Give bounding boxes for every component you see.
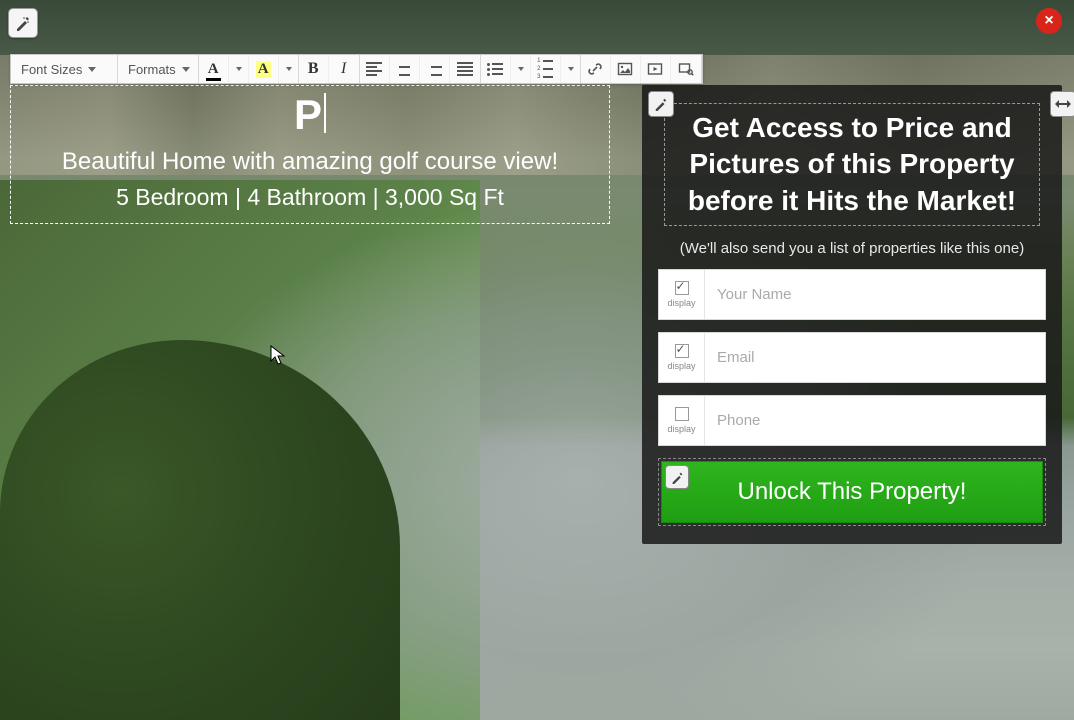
align-right-button[interactable] — [420, 55, 450, 83]
align-left-icon — [366, 62, 382, 76]
checkbox-checked-icon — [675, 344, 689, 358]
display-label: display — [667, 361, 695, 371]
close-icon: × — [1044, 12, 1053, 30]
bold-button[interactable]: B — [299, 55, 329, 83]
display-toggle-email[interactable]: display — [659, 333, 705, 382]
close-button[interactable]: × — [1036, 8, 1062, 34]
bold-icon: B — [308, 60, 319, 78]
panel-heading: Get Access to Price and Pictures of this… — [673, 110, 1031, 219]
lead-form-panel: Get Access to Price and Pictures of this… — [642, 85, 1062, 544]
panel-edit-handle[interactable] — [648, 91, 674, 117]
form-row-phone: display — [658, 395, 1046, 446]
display-label: display — [667, 298, 695, 308]
form-row-email: display — [658, 332, 1046, 383]
cta-edit-wrap: Unlock This Property! — [658, 458, 1046, 526]
search-button[interactable] — [671, 55, 701, 83]
image-icon — [617, 61, 633, 77]
hero-title[interactable]: P — [21, 92, 599, 138]
chevron-down-icon — [236, 67, 242, 71]
align-left-button[interactable] — [360, 55, 390, 83]
submit-button[interactable]: Unlock This Property! — [661, 461, 1043, 523]
phone-input[interactable] — [705, 396, 1045, 445]
submit-button-label: Unlock This Property! — [738, 478, 967, 505]
bullet-list-menu[interactable] — [511, 55, 531, 83]
display-toggle-phone[interactable]: display — [659, 396, 705, 445]
video-icon — [647, 61, 663, 77]
bullet-list-icon — [487, 63, 503, 76]
panel-heading-box[interactable]: Get Access to Price and Pictures of this… — [664, 103, 1040, 226]
text-color-menu[interactable] — [229, 55, 249, 83]
align-justify-button[interactable] — [450, 55, 480, 83]
chevron-down-icon — [88, 67, 96, 72]
bg-color-button[interactable]: A — [249, 55, 279, 83]
checkbox-unchecked-icon — [675, 407, 689, 421]
image-button[interactable] — [611, 55, 641, 83]
name-input[interactable] — [705, 270, 1045, 319]
resize-horizontal-icon — [1055, 99, 1071, 109]
chevron-down-icon — [286, 67, 292, 71]
align-center-icon — [396, 62, 412, 76]
hero-subtitle-1: Beautiful Home with amazing golf course … — [21, 148, 599, 176]
number-list-button[interactable]: 123 — [531, 55, 561, 83]
formats-label: Formats — [128, 62, 176, 77]
font-size-label: Font Sizes — [21, 62, 82, 77]
checkbox-checked-icon — [675, 281, 689, 295]
search-icon — [678, 61, 694, 77]
bullet-list-button[interactable] — [481, 55, 511, 83]
bg-color-icon: A — [256, 61, 271, 78]
hero-text-block[interactable]: P Beautiful Home with amazing golf cours… — [10, 85, 610, 224]
link-icon — [587, 61, 603, 77]
number-list-icon: 123 — [537, 58, 553, 80]
chevron-down-icon — [568, 67, 574, 71]
link-button[interactable] — [581, 55, 611, 83]
wand-icon — [15, 15, 31, 31]
text-color-icon: A — [208, 61, 219, 78]
italic-button[interactable]: I — [329, 55, 359, 83]
display-label: display — [667, 424, 695, 434]
number-list-menu[interactable] — [561, 55, 580, 83]
wand-icon — [654, 97, 668, 111]
hero-subtitle-2: 5 Bedroom | 4 Bathroom | 3,000 Sq Ft — [21, 184, 599, 211]
text-caret — [324, 93, 326, 133]
panel-resize-handle[interactable] — [1050, 91, 1074, 117]
edit-block-handle[interactable] — [8, 8, 38, 38]
align-right-icon — [426, 62, 442, 76]
align-justify-icon — [457, 62, 473, 76]
email-input[interactable] — [705, 333, 1045, 382]
italic-icon: I — [341, 60, 346, 78]
text-color-button[interactable]: A — [199, 55, 229, 83]
align-center-button[interactable] — [390, 55, 420, 83]
display-toggle-name[interactable]: display — [659, 270, 705, 319]
chevron-down-icon — [182, 67, 190, 72]
wand-icon — [671, 471, 684, 484]
chevron-down-icon — [518, 67, 524, 71]
cta-edit-handle[interactable] — [665, 465, 689, 489]
panel-note: (We'll also send you a list of propertie… — [658, 240, 1046, 257]
font-size-select[interactable]: Font Sizes — [11, 55, 117, 83]
bg-color-menu[interactable] — [279, 55, 298, 83]
text-toolbar: Font Sizes Formats A A B I 123 — [10, 54, 703, 84]
formats-select[interactable]: Formats — [118, 55, 198, 83]
form-row-name: display — [658, 269, 1046, 320]
hero-title-text: P — [294, 91, 322, 138]
video-button[interactable] — [641, 55, 671, 83]
